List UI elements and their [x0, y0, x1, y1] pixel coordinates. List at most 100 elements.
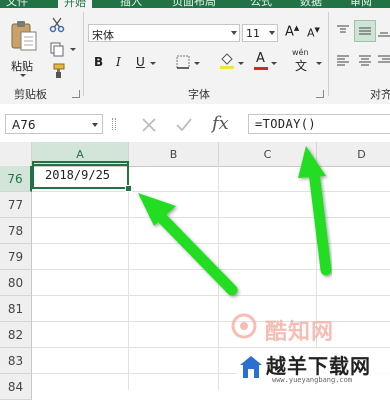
borders-dropdown-arrow[interactable]: [194, 62, 200, 65]
formula-bar-resize-handle[interactable]: [112, 118, 116, 130]
confirm-entry-button[interactable]: [174, 116, 194, 134]
copy-icon: [50, 42, 64, 57]
center-align-button[interactable]: [356, 52, 374, 70]
grid-line: [32, 191, 390, 192]
grow-caret-icon: ▲: [293, 24, 300, 32]
underline-dropdown-arrow[interactable]: [150, 62, 156, 65]
tab-data[interactable]: 数据: [300, 0, 322, 8]
ribbon-tab-strip: 文件 开始 插入 页面布局 公式 数据 审阅: [0, 0, 390, 8]
row-header-80[interactable]: 80: [0, 270, 32, 296]
insert-function-button[interactable]: fx: [212, 113, 229, 134]
borders-icon: [176, 55, 190, 69]
row-header-83[interactable]: 83: [0, 348, 32, 374]
row-header-77[interactable]: 77: [0, 192, 32, 218]
cell-A76-value: 2018/9/25: [45, 168, 111, 182]
row-header-84[interactable]: 84: [0, 374, 32, 400]
phonetic-char: 文: [295, 59, 308, 73]
font-color-letter: A: [256, 51, 265, 66]
row-header-76[interactable]: 76: [0, 166, 32, 192]
watermark-url: www.yueyangbang.com: [272, 376, 353, 384]
copy-button[interactable]: [48, 40, 66, 58]
formula-input[interactable]: =TODAY(): [248, 114, 390, 134]
shrink-font-button[interactable]: A▼: [307, 26, 320, 40]
scissors-icon: [49, 17, 65, 33]
left-align-button[interactable]: [334, 52, 352, 70]
grid-line: [32, 243, 390, 244]
row-header-81[interactable]: 81: [0, 296, 32, 322]
row-header-79[interactable]: 79: [0, 244, 32, 270]
name-box-value: A76: [12, 118, 36, 132]
select-all-corner[interactable]: [0, 142, 32, 166]
fill-color-button[interactable]: [218, 52, 236, 70]
paste-dropdown-arrow[interactable]: [20, 74, 26, 77]
watermark-text: 越羊下载网: [266, 354, 371, 378]
center-align-icon: [359, 55, 371, 66]
font-color-button[interactable]: A: [254, 51, 268, 71]
shrink-caret-icon: ▼: [314, 26, 320, 34]
italic-button[interactable]: I: [116, 55, 121, 69]
grid-line: [32, 269, 390, 270]
tab-formulas[interactable]: 公式: [250, 0, 272, 8]
column-header-c[interactable]: C: [219, 142, 317, 166]
cell-A76[interactable]: 2018/9/25: [32, 161, 129, 189]
cut-button[interactable]: [48, 16, 66, 34]
watermark-logo: 酷知网: [227, 312, 367, 346]
format-painter-button[interactable]: [48, 62, 66, 80]
font-name-combo[interactable]: 宋体: [88, 24, 240, 42]
paste-button[interactable]: [8, 20, 38, 52]
font-name-dropdown-icon[interactable]: [231, 31, 237, 35]
middle-align-button[interactable]: [354, 20, 376, 42]
tab-home[interactable]: 开始: [58, 0, 92, 8]
font-size-combo[interactable]: 11: [242, 24, 278, 42]
paint-bucket-icon: [220, 53, 234, 69]
group-divider: [83, 12, 84, 96]
copy-dropdown-arrow[interactable]: [70, 48, 76, 51]
watermark-badge: 越羊下载网 www.yueyangbang.com: [236, 348, 390, 390]
fill-color-dropdown-arrow[interactable]: [238, 62, 244, 65]
grow-font-button[interactable]: A▲: [285, 24, 299, 39]
row-header-78[interactable]: 78: [0, 218, 32, 244]
top-align-button[interactable]: [334, 22, 352, 40]
right-align-icon: [378, 55, 390, 63]
watermark-house-icon: [240, 356, 262, 378]
left-align-icon: [337, 55, 349, 66]
grid-line: [32, 295, 390, 296]
column-header-b[interactable]: B: [129, 142, 219, 166]
borders-button[interactable]: [175, 54, 191, 70]
bold-button[interactable]: B: [94, 55, 103, 69]
watermark-text: 酷知网: [265, 320, 335, 345]
font-group-label: 字体: [188, 88, 210, 101]
font-dialog-launcher[interactable]: [316, 90, 324, 98]
phonetic-dropdown-arrow[interactable]: [316, 62, 322, 65]
cancel-entry-button[interactable]: [140, 116, 158, 134]
right-align-button[interactable]: [378, 52, 390, 70]
tab-review[interactable]: 审阅: [350, 0, 372, 8]
font-name-value: 宋体: [92, 29, 114, 42]
name-box-dropdown-icon[interactable]: [92, 123, 98, 127]
name-box[interactable]: A76: [5, 114, 103, 134]
fill-handle[interactable]: [125, 185, 132, 192]
check-icon: [176, 118, 192, 132]
phonetic-guide-button[interactable]: wén 文: [292, 48, 314, 73]
close-icon: [142, 118, 156, 132]
font-color-dropdown-arrow[interactable]: [271, 62, 277, 65]
bottom-align-button[interactable]: [378, 22, 390, 40]
formula-text: =TODAY(): [255, 117, 316, 131]
clipboard-dialog-launcher[interactable]: [72, 90, 80, 98]
watermark-bulb-icon: [231, 313, 257, 339]
tab-file[interactable]: 文件: [6, 0, 28, 8]
bottom-align-icon: [378, 32, 390, 37]
grid-line: [32, 217, 390, 218]
font-size-dropdown-icon[interactable]: [269, 31, 275, 35]
row-header-82[interactable]: 82: [0, 322, 32, 348]
column-header-d[interactable]: D: [317, 142, 390, 166]
grid-line: [218, 166, 219, 390]
underline-button[interactable]: U: [136, 55, 145, 69]
tab-insert[interactable]: 插入: [120, 0, 142, 8]
group-divider: [328, 12, 329, 96]
font-color-swatch: [254, 67, 268, 70]
tab-page-layout[interactable]: 页面布局: [172, 0, 216, 8]
middle-align-icon: [359, 27, 371, 35]
paste-label: 粘贴: [11, 60, 33, 73]
font-size-value: 11: [246, 27, 260, 40]
